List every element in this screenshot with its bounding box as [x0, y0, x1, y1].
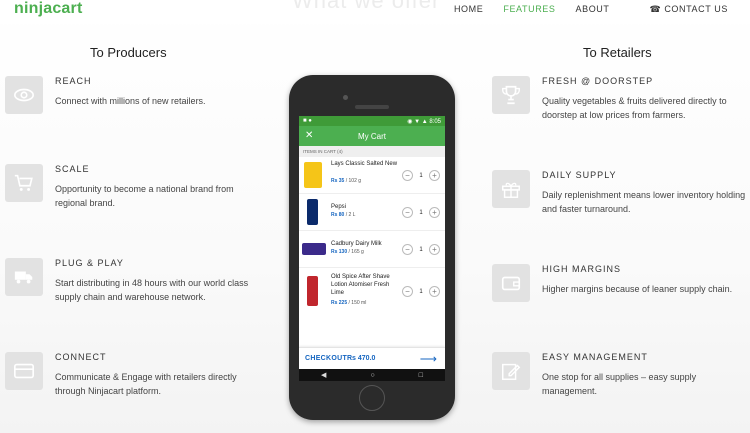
minus-button[interactable]: − [402, 207, 413, 218]
status-icons-left: ■ ● [303, 118, 312, 124]
feature-title: PLUG & PLAY [55, 258, 124, 268]
nav-features[interactable]: FEATURES [503, 4, 555, 15]
cart-item: Lays Classic Salted New Rs 35 / 102 g − … [299, 157, 445, 194]
minus-button[interactable]: − [402, 170, 413, 181]
home-icon[interactable]: ○ [370, 372, 374, 379]
quantity-stepper: − 1 + [402, 286, 440, 297]
phone-screen: ■ ● ◉ ▼ ▲ 8:05 ✕ My Cart ITEMS IN CART (… [299, 116, 445, 381]
plus-button[interactable]: + [429, 170, 440, 181]
product-price: Rs 130 / 165 g [331, 249, 364, 255]
minus-button[interactable]: − [402, 244, 413, 255]
product-name: Cadbury Dairy Milk [331, 241, 382, 247]
phone-icon: ☎ [649, 4, 662, 14]
quantity-value: 1 [419, 288, 423, 295]
feature-desc: Higher margins because of leaner supply … [542, 284, 733, 294]
quantity-value: 1 [419, 246, 423, 253]
status-bar: ■ ● ◉ ▼ ▲ 8:05 [299, 116, 445, 126]
android-nav-bar: ◀ ○ □ [299, 369, 445, 381]
quantity-stepper: − 1 + [402, 170, 440, 181]
logo[interactable]: ninjacart [14, 0, 83, 18]
feature-title: DAILY SUPPLY [542, 170, 617, 180]
minus-button[interactable]: − [402, 286, 413, 297]
product-price: Rs 35 / 102 g [331, 178, 362, 184]
recents-icon[interactable]: □ [419, 372, 423, 379]
nav-contact-label: CONTACT US [664, 4, 728, 14]
feature-desc: Opportunity to become a national brand f… [55, 184, 234, 208]
app-bar: ✕ My Cart [299, 126, 445, 146]
plus-button[interactable]: + [429, 244, 440, 255]
checkout-button[interactable]: CHECKOUT Rs 470.0 ⟶ [299, 347, 445, 369]
cart-item: Cadbury Dairy Milk Rs 130 / 165 g − 1 + [299, 231, 445, 268]
phone-speaker [355, 105, 389, 109]
back-icon[interactable]: ◀ [321, 371, 326, 379]
quantity-value: 1 [419, 172, 423, 179]
checkout-amount: Rs 470.0 [347, 355, 376, 362]
producers-title: To Producers [90, 45, 167, 60]
product-price: Rs 80 / 2 L [331, 212, 356, 218]
card-icon [5, 352, 43, 390]
nav-contact[interactable]: ☎ CONTACT US [630, 4, 728, 15]
trophy-icon [492, 76, 530, 114]
edit-icon [492, 352, 530, 390]
retailers-title: To Retailers [583, 45, 652, 60]
product-image [302, 243, 326, 255]
feature-title: FRESH @ DOORSTEP [542, 76, 654, 86]
plus-button[interactable]: + [429, 286, 440, 297]
product-image [304, 162, 322, 188]
items-header: ITEMS IN CART (4) [299, 146, 445, 157]
feature-title: HIGH MARGINS [542, 264, 622, 274]
phone-camera [343, 95, 348, 100]
feature-title: SCALE [55, 164, 90, 174]
gift-icon [492, 170, 530, 208]
quantity-stepper: − 1 + [402, 244, 440, 255]
feature-desc: Start distributing in 48 hours with our … [55, 278, 249, 302]
nav-home[interactable]: HOME [454, 4, 483, 15]
nav-about[interactable]: ABOUT [576, 4, 610, 15]
eye-icon [5, 76, 43, 114]
feature-desc: One stop for all supplies – easy supply … [542, 372, 697, 396]
checkout-label: CHECKOUT [305, 355, 348, 362]
feature-desc: Quality vegetables & fruits delivered di… [542, 96, 727, 120]
plus-button[interactable]: + [429, 207, 440, 218]
status-time: ◉ ▼ ▲ 8:05 [407, 119, 441, 125]
feature-desc: Connect with millions of new retailers. [55, 96, 206, 106]
phone-mockup: ■ ● ◉ ▼ ▲ 8:05 ✕ My Cart ITEMS IN CART (… [289, 75, 455, 420]
feature-title: CONNECT [55, 352, 107, 362]
product-name: Pepsi [331, 204, 347, 210]
product-image [307, 276, 318, 306]
app-title: My Cart [358, 132, 386, 141]
top-nav: What we offer ninjacart HOME FEATURES AB… [0, 0, 750, 24]
wallet-icon [492, 264, 530, 302]
phone-home-button [359, 385, 385, 411]
truck-icon [5, 258, 43, 296]
main-menu: HOME FEATURES ABOUT ☎ CONTACT US [434, 4, 728, 15]
section-title: What we offer [292, 0, 441, 13]
product-image [307, 199, 318, 225]
arrow-right-icon: ⟶ [419, 352, 437, 366]
product-price: Rs 225 / 150 ml [331, 300, 367, 306]
product-name: Old Spice After Shave Lotion Atomiser Fr… [331, 274, 390, 296]
feature-title: REACH [55, 76, 92, 86]
cart-item: Pepsi Rs 80 / 2 L − 1 + [299, 194, 445, 231]
product-name: Lays Classic Salted New [331, 161, 398, 167]
cart-icon [5, 164, 43, 202]
quantity-value: 1 [419, 209, 423, 216]
feature-desc: Daily replenishment means lower inventor… [542, 190, 746, 214]
feature-desc: Communicate & Engage with retailers dire… [55, 372, 237, 396]
cart-item: Old Spice After Shave Lotion Atomiser Fr… [299, 268, 445, 316]
feature-title: EASY MANAGEMENT [542, 352, 648, 362]
quantity-stepper: − 1 + [402, 207, 440, 218]
